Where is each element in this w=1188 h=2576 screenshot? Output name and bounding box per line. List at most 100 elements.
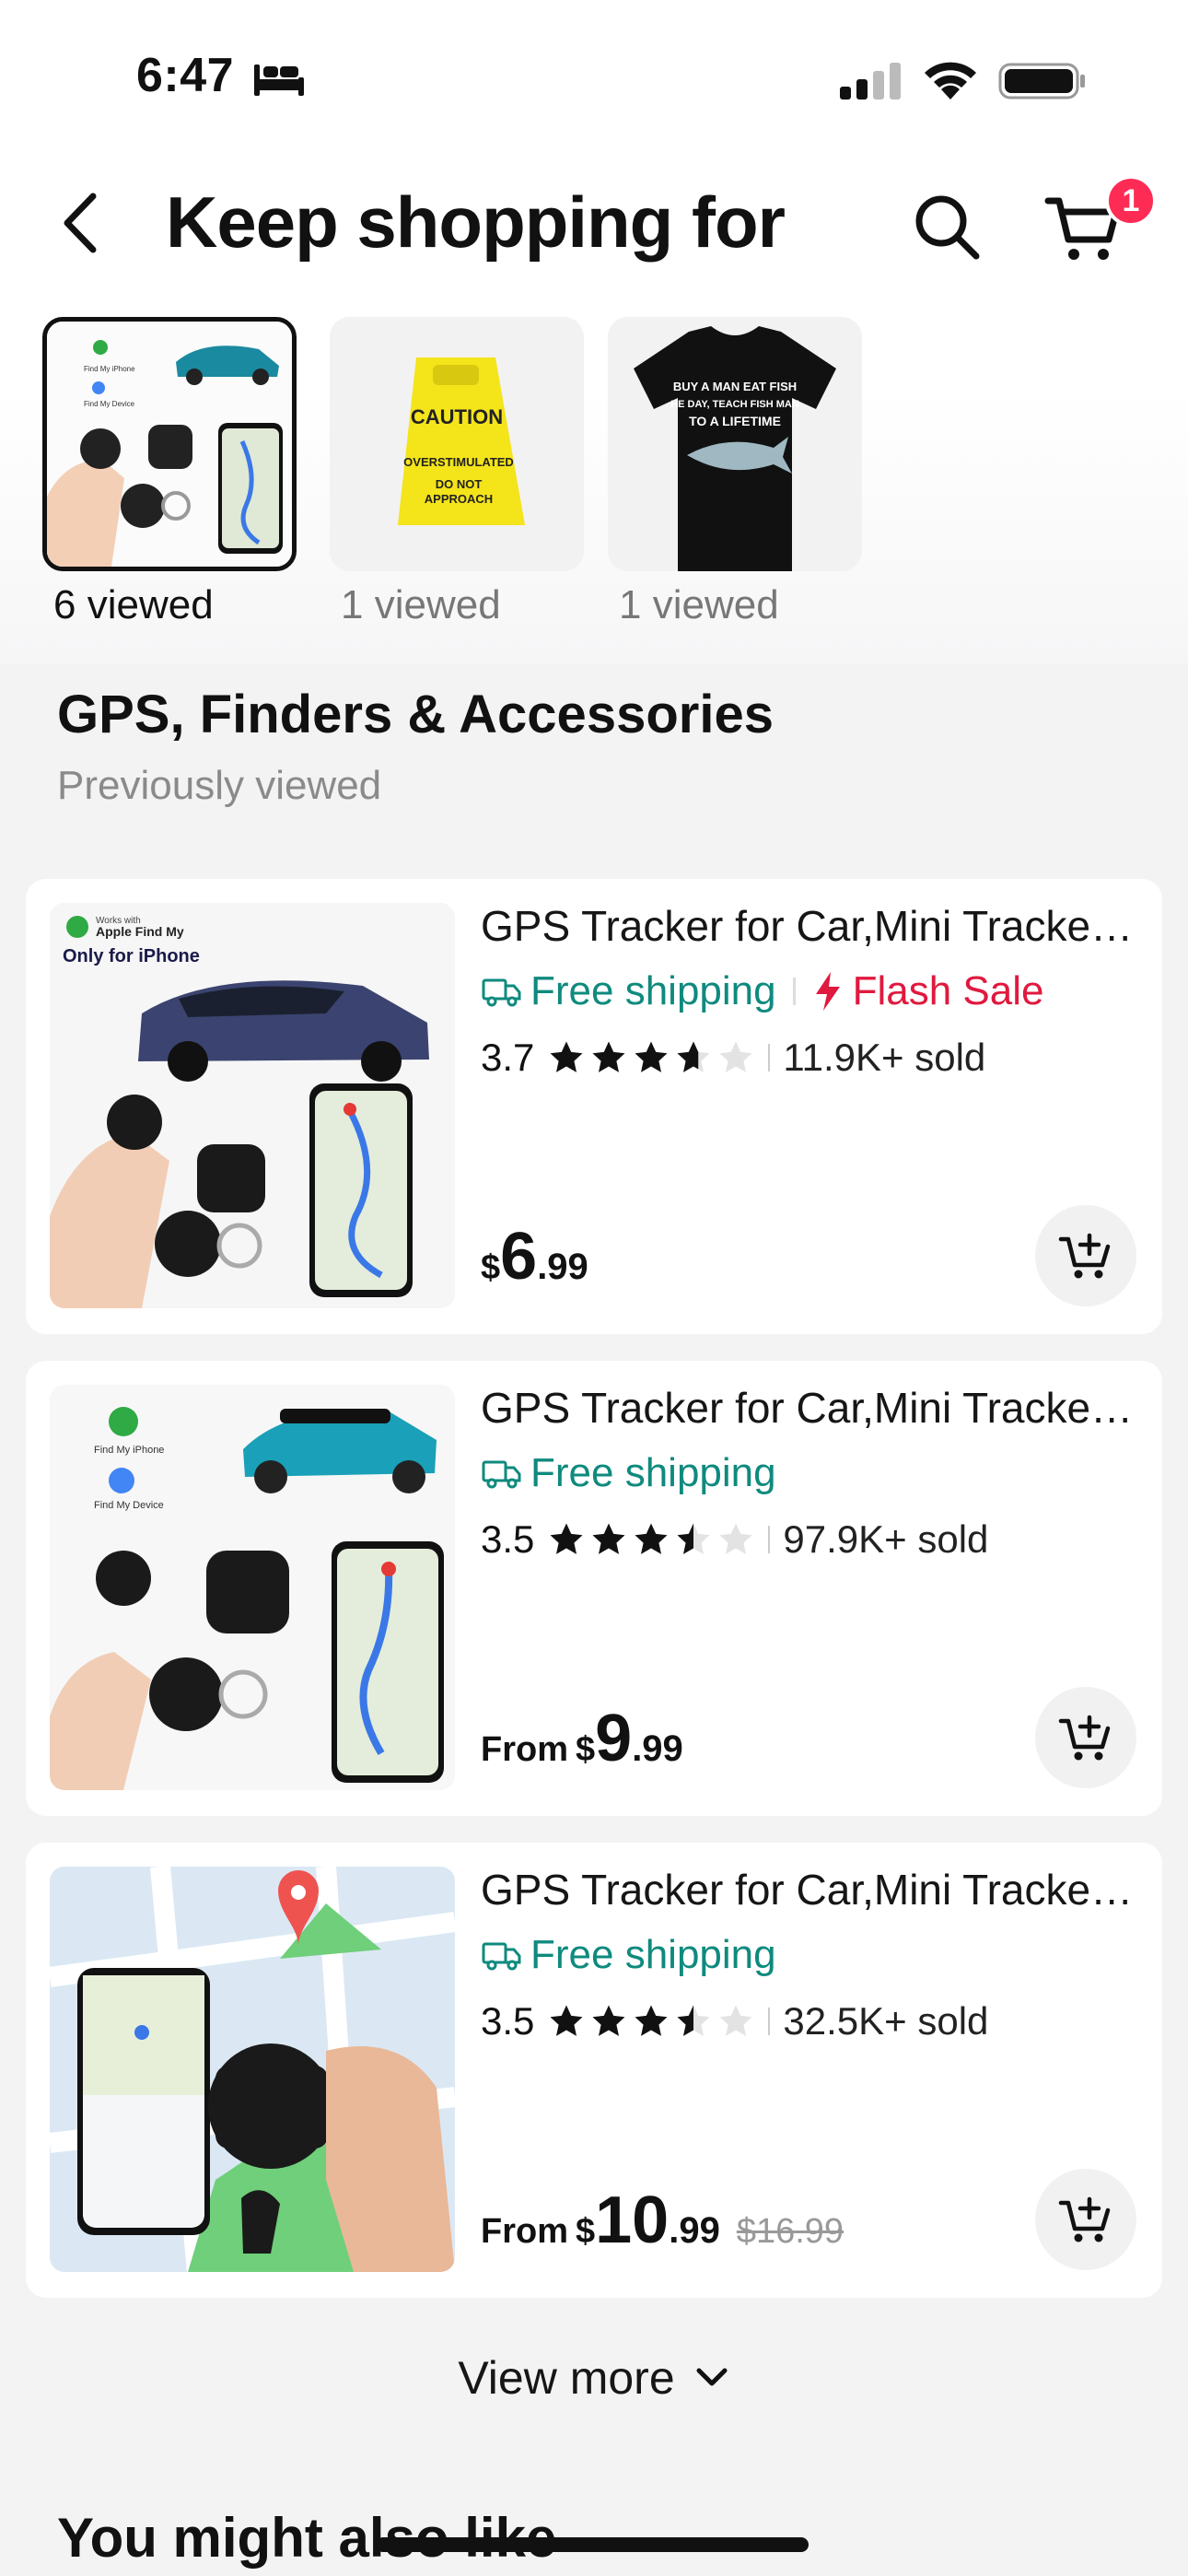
price: From $ 9 .99	[481, 1705, 683, 1772]
search-icon	[915, 195, 980, 260]
add-to-cart-button[interactable]	[1035, 1205, 1136, 1306]
rating-value: 3.5	[481, 1517, 535, 1561]
star-full-icon	[592, 1523, 625, 1554]
rating-row: 3.7 11.9K+ sold	[481, 1032, 985, 1083]
product-card[interactable]: GPS Tracker for Car,Mini Trackers... Fre…	[26, 1843, 1162, 2298]
price-currency: $	[576, 2212, 596, 2251]
divider	[792, 978, 796, 1005]
price-prefix: From	[481, 1730, 568, 1769]
sign-text-overstimulated: OVERSTIMULATED	[403, 455, 514, 469]
image-text-find-my-iphone: Find My iPhone	[94, 1445, 164, 1456]
truck-icon	[482, 978, 521, 1007]
section-subtitle: Previously viewed	[57, 763, 382, 808]
shipping-row: Free shipping Flash Sale	[481, 966, 1044, 1017]
header: Keep shopping for	[0, 166, 1188, 276]
viewed-count: 6 viewed	[53, 582, 214, 627]
star-partial-icon	[677, 1041, 710, 1072]
star-full-icon	[635, 1523, 668, 1554]
gps-tracker-product-image: Find My iPhone Find My Device	[47, 322, 292, 567]
star-full-icon	[550, 1523, 583, 1554]
add-to-cart-button[interactable]	[1035, 1687, 1136, 1788]
divider	[768, 2008, 771, 2035]
shipping-row: Free shipping	[481, 1929, 776, 1981]
star-empty-icon	[719, 1041, 752, 1072]
product-title: GPS Tracker for Car,Mini Trackers...	[481, 1866, 1144, 1914]
view-more-button[interactable]: View more	[0, 2351, 1188, 2405]
bed-icon	[254, 64, 304, 96]
sign-text-do-not: DO NOT	[436, 477, 483, 491]
star-empty-icon	[719, 2005, 752, 2036]
price-currency: $	[576, 1730, 596, 1769]
status-time: 6:47	[136, 49, 235, 102]
viewed-item-gps-tracker[interactable]: Find My iPhone Find My Device 6 viewed	[42, 317, 300, 628]
star-full-icon	[592, 2005, 625, 2036]
star-empty-icon	[719, 1523, 752, 1554]
tshirt-text-line2: HE DAY, TEACH FISH MAN	[670, 399, 799, 410]
battery-icon	[998, 63, 1085, 100]
rating-row: 3.5 97.9K+ sold	[481, 1514, 988, 1565]
add-to-cart-icon	[1058, 1233, 1111, 1279]
lightning-icon	[815, 972, 840, 1011]
product-title: GPS Tracker for Car,Mini Trackers...	[481, 1384, 1144, 1432]
price-currency: $	[481, 1248, 501, 1287]
product-title: GPS Tracker for Car,Mini Trackers...	[481, 902, 1144, 950]
price-integer: 10	[595, 2184, 670, 2257]
divider	[768, 1526, 771, 1553]
image-headline-text: Only for iPhone	[63, 946, 200, 966]
star-full-icon	[550, 1041, 583, 1072]
sold-count: 97.9K+ sold	[783, 1517, 989, 1561]
price: From $ 10 .99 $16.99	[481, 2187, 844, 2254]
shipping-text: Free shipping	[530, 968, 776, 1013]
back-button[interactable]	[48, 186, 112, 260]
divider	[768, 1044, 771, 1071]
star-rating	[547, 2002, 759, 2041]
product-card[interactable]: Works with Apple Find My Only for iPhone…	[26, 879, 1162, 1334]
shipping-text: Free shipping	[530, 1450, 776, 1495]
price: $ 6 .99	[481, 1224, 588, 1290]
product-card[interactable]: Find My iPhone Find My Device GPS Tracke…	[26, 1361, 1162, 1816]
star-full-icon	[635, 1041, 668, 1072]
image-badge-text: Apple Find My	[96, 924, 184, 939]
rating-value: 3.5	[481, 1999, 535, 2043]
cellular-signal-icon	[840, 63, 901, 100]
viewed-thumb: BUY A MAN EAT FISH HE DAY, TEACH FISH MA…	[608, 317, 862, 571]
tshirt-text-line1: BUY A MAN EAT FISH	[673, 380, 797, 393]
product-image: Find My iPhone Find My Device	[50, 1385, 455, 1790]
star-full-icon	[550, 2005, 583, 2036]
star-rating	[547, 1520, 759, 1559]
back-arrow-icon	[64, 193, 97, 253]
tshirt-product-image: BUY A MAN EAT FISH HE DAY, TEACH FISH MA…	[608, 317, 862, 571]
tshirt-text-line3: TO A LIFETIME	[689, 414, 781, 428]
viewed-thumb: Find My iPhone Find My Device	[42, 317, 297, 571]
search-button[interactable]	[912, 192, 982, 262]
viewed-count: 1 viewed	[341, 582, 501, 627]
add-to-cart-icon	[1058, 2196, 1111, 2242]
image-text-find-my-device: Find My Device	[84, 400, 135, 408]
star-half-icon	[677, 1523, 710, 1554]
rating-value: 3.7	[481, 1036, 535, 1079]
price-decimal: .99	[537, 1247, 588, 1287]
shipping-text: Free shipping	[530, 1932, 776, 1977]
add-to-cart-button[interactable]	[1035, 2169, 1136, 2270]
truck-icon	[482, 1942, 521, 1971]
viewed-thumb: CAUTION OVERSTIMULATED DO NOT APPROACH	[330, 317, 584, 571]
price-prefix: From	[481, 2212, 568, 2251]
section-title: GPS, Finders & Accessories	[57, 685, 774, 744]
truck-icon	[482, 1460, 521, 1489]
viewed-item-caution-sign[interactable]: CAUTION OVERSTIMULATED DO NOT APPROACH 1…	[330, 317, 588, 628]
product-image	[50, 1867, 455, 2272]
status-bar: 6:47	[0, 0, 1188, 157]
rating-row: 3.5 32.5K+ sold	[481, 1996, 988, 2047]
viewed-count: 1 viewed	[619, 582, 779, 627]
home-indicator[interactable]	[376, 2537, 809, 2552]
product-image: Works with Apple Find My Only for iPhone	[50, 903, 455, 1308]
sold-count: 11.9K+ sold	[783, 1036, 986, 1079]
original-price: $16.99	[736, 2212, 844, 2251]
add-to-cart-icon	[1058, 1715, 1111, 1761]
viewed-item-tshirt[interactable]: BUY A MAN EAT FISH HE DAY, TEACH FISH MA…	[608, 317, 866, 628]
star-rating	[547, 1038, 759, 1077]
star-half-icon	[677, 2005, 710, 2036]
wifi-icon	[925, 62, 976, 100]
flash-sale-text: Flash Sale	[852, 968, 1044, 1013]
chevron-down-icon	[696, 2368, 728, 2386]
